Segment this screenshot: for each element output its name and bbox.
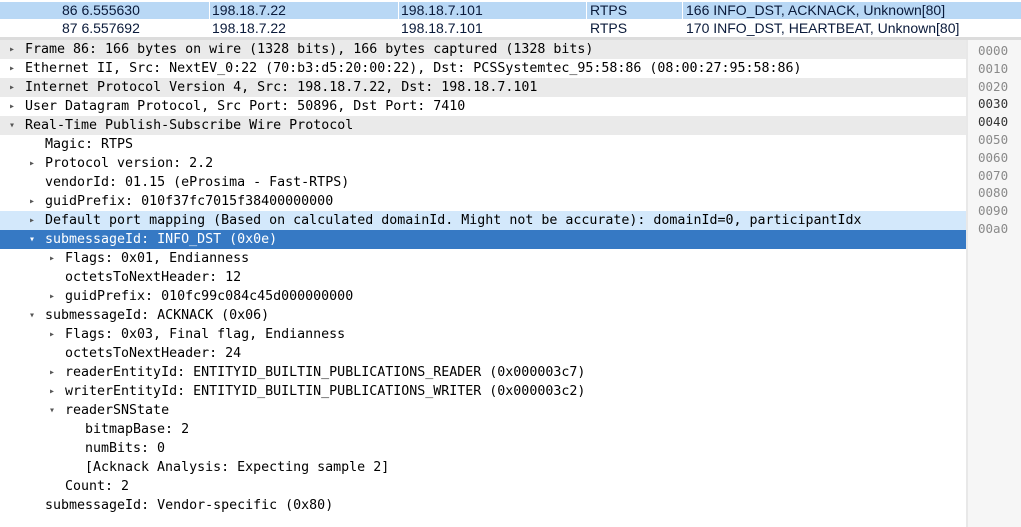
packet-details-tree: ▸ Frame 86: 166 bytes on wire (1328 bits)… [0,40,966,527]
tree-row-label: bitmapBase: 2 [85,422,190,437]
packet-destination: 198.18.7.101 [401,20,483,36]
packet-protocol: RTPS [590,2,628,18]
hex-offset: 0040 [978,114,1009,130]
triangle-right-icon[interactable]: ▸ [26,211,38,230]
tree-row-label: Default port mapping (Based on calculate… [45,213,862,228]
triangle-right-icon[interactable]: ▸ [6,78,18,97]
tree-row[interactable]: ▸ Flags: 0x03, Final flag, Endianness [0,325,966,344]
hex-offset: 0080 [978,185,1009,201]
packet-list: 86 6.555630 198.18.7.22 198.18.7.101 RTP… [0,0,1021,38]
column-separator [682,2,683,19]
tree-row[interactable]: Magic: RTPS [0,135,966,154]
tree-row[interactable]: ▾ Real-Time Publish-Subscribe Wire Protoc… [0,116,966,135]
packet-protocol: RTPS [590,20,628,36]
packet-source: 198.18.7.22 [212,2,286,18]
tree-row-label: octetsToNextHeader: 24 [65,346,242,361]
tree-row[interactable]: octetsToNextHeader: 12 [0,268,966,287]
tree-row-label: guidPrefix: 010fc99c084c45d000000000 [65,289,354,304]
tree-row[interactable]: submessageId: Vendor-specific (0x80) [0,496,966,515]
tree-row[interactable]: bitmapBase: 2 [0,420,966,439]
triangle-down-icon[interactable]: ▾ [26,306,38,325]
triangle-right-icon[interactable]: ▸ [26,192,38,211]
tree-row[interactable]: ▸ User Datagram Protocol, Src Port: 50896… [0,97,966,116]
packet-row[interactable]: 87 6.557692 198.18.7.22 198.18.7.101 RTP… [0,20,1021,37]
tree-row-label: readerEntityId: ENTITYID_BUILTIN_PUBLICA… [65,365,586,380]
tree-row-label: submessageId: Vendor-specific (0x80) [45,498,334,513]
hex-offset: 0070 [978,167,1009,183]
hex-offset: 0010 [978,60,1009,76]
column-separator [586,2,587,19]
packet-info: 170 INFO_DST, HEARTBEAT, Unknown[80] [686,20,960,36]
tree-row-label: submessageId: INFO_DST (0x0e) [45,232,278,247]
tree-row-label: numBits: 0 [85,441,166,456]
tree-row-label: Count: 2 [65,479,130,494]
column-separator [398,2,399,19]
tree-row[interactable]: ▸ Flags: 0x01, Endianness [0,249,966,268]
tree-row-label: Protocol version: 2.2 [45,156,214,171]
tree-row[interactable]: vendorId: 01.15 (eProsima - Fast-RTPS) [0,173,966,192]
triangle-down-icon[interactable]: ▾ [6,116,18,135]
triangle-down-icon[interactable]: ▾ [26,230,38,249]
packet-info: 166 INFO_DST, ACKNACK, Unknown[80] [686,2,946,18]
triangle-right-icon[interactable]: ▸ [26,154,38,173]
tree-row-label: writerEntityId: ENTITYID_BUILTIN_PUBLICA… [65,384,586,399]
packet-no-time: 86 6.555630 [62,2,140,18]
tree-row-label: guidPrefix: 010f37fc7015f38400000000 [45,194,334,209]
tree-row[interactable]: numBits: 0 [0,439,966,458]
tree-row[interactable]: ▾ submessageId: INFO_DST (0x0e) [0,230,966,249]
packet-destination: 198.18.7.101 [401,2,483,18]
triangle-right-icon[interactable]: ▸ [6,40,18,59]
tree-row-label: [Acknack Analysis: Expecting sample 2] [85,460,390,475]
packet-row[interactable]: 86 6.555630 198.18.7.22 198.18.7.101 RTP… [0,2,1021,19]
tree-row-label: submessageId: ACKNACK (0x06) [45,308,270,323]
triangle-right-icon[interactable]: ▸ [46,249,58,268]
triangle-right-icon[interactable]: ▸ [46,363,58,382]
tree-row[interactable]: ▸ Default port mapping (Based on calculat… [0,211,966,230]
tree-row[interactable]: ▸ writerEntityId: ENTITYID_BUILTIN_PUBLIC… [0,382,966,401]
hex-offset: 0090 [978,203,1009,219]
tree-row[interactable]: ▸ readerEntityId: ENTITYID_BUILTIN_PUBLIC… [0,363,966,382]
hex-offset: 00a0 [978,221,1009,236]
triangle-right-icon[interactable]: ▸ [46,287,58,306]
packet-bytes-pane: 0000 0010 0020 0030 0040 0050 0060 0070 0080 0090… [968,40,1021,527]
triangle-right-icon[interactable]: ▸ [6,59,18,78]
tree-row[interactable]: ▸ guidPrefix: 010fc99c084c45d000000000 [0,287,966,306]
column-separator [209,2,210,19]
tree-row[interactable]: octetsToNextHeader: 24 [0,344,966,363]
tree-row[interactable]: ▸ Internet Protocol Version 4, Src: 198.1… [0,78,966,97]
tree-row-label: Magic: RTPS [45,137,134,152]
tree-row-label: Flags: 0x03, Final flag, Endianness [65,327,346,342]
tree-row-label: Internet Protocol Version 4, Src: 198.18… [25,80,538,95]
hex-offset: 0050 [978,132,1009,147]
triangle-right-icon[interactable]: ▸ [46,382,58,401]
tree-row[interactable]: ▸ Ethernet II, Src: NextEV_0:22 (70:b3:d5… [0,59,966,78]
tree-row[interactable]: Count: 2 [0,477,966,496]
tree-row-label: octetsToNextHeader: 12 [65,270,242,285]
hex-offset: 0030 [978,96,1009,112]
tree-row[interactable]: ▾ readerSNState [0,401,966,420]
hex-offset: 0020 [978,78,1009,94]
tree-row-label: Real-Time Publish-Subscribe Wire Protoco… [25,118,354,133]
tree-row-label: Flags: 0x01, Endianness [65,251,250,266]
tree-row[interactable]: [Acknack Analysis: Expecting sample 2] [0,458,966,477]
tree-row-label: User Datagram Protocol, Src Port: 50896,… [25,99,466,114]
tree-row-label: readerSNState [65,403,170,418]
packet-no-time: 87 6.557692 [62,20,140,36]
tree-row-label: Ethernet II, Src: NextEV_0:22 (70:b3:d5:… [25,61,802,76]
tree-row[interactable]: ▾ submessageId: ACKNACK (0x06) [0,306,966,325]
tree-row[interactable]: ▸ Frame 86: 166 bytes on wire (1328 bits)… [0,40,966,59]
triangle-down-icon[interactable]: ▾ [46,401,58,420]
hex-offset: 0000 [978,43,1009,58]
hex-offset: 0060 [978,149,1009,165]
tree-row-label: vendorId: 01.15 (eProsima - Fast-RTPS) [45,175,350,190]
triangle-right-icon[interactable]: ▸ [6,97,18,116]
tree-row[interactable]: ▸ Protocol version: 2.2 [0,154,966,173]
tree-row-label: Frame 86: 166 bytes on wire (1328 bits),… [25,42,594,57]
triangle-right-icon[interactable]: ▸ [46,325,58,344]
tree-row[interactable]: ▸ guidPrefix: 010f37fc7015f38400000000 [0,192,966,211]
packet-source: 198.18.7.22 [212,20,286,36]
